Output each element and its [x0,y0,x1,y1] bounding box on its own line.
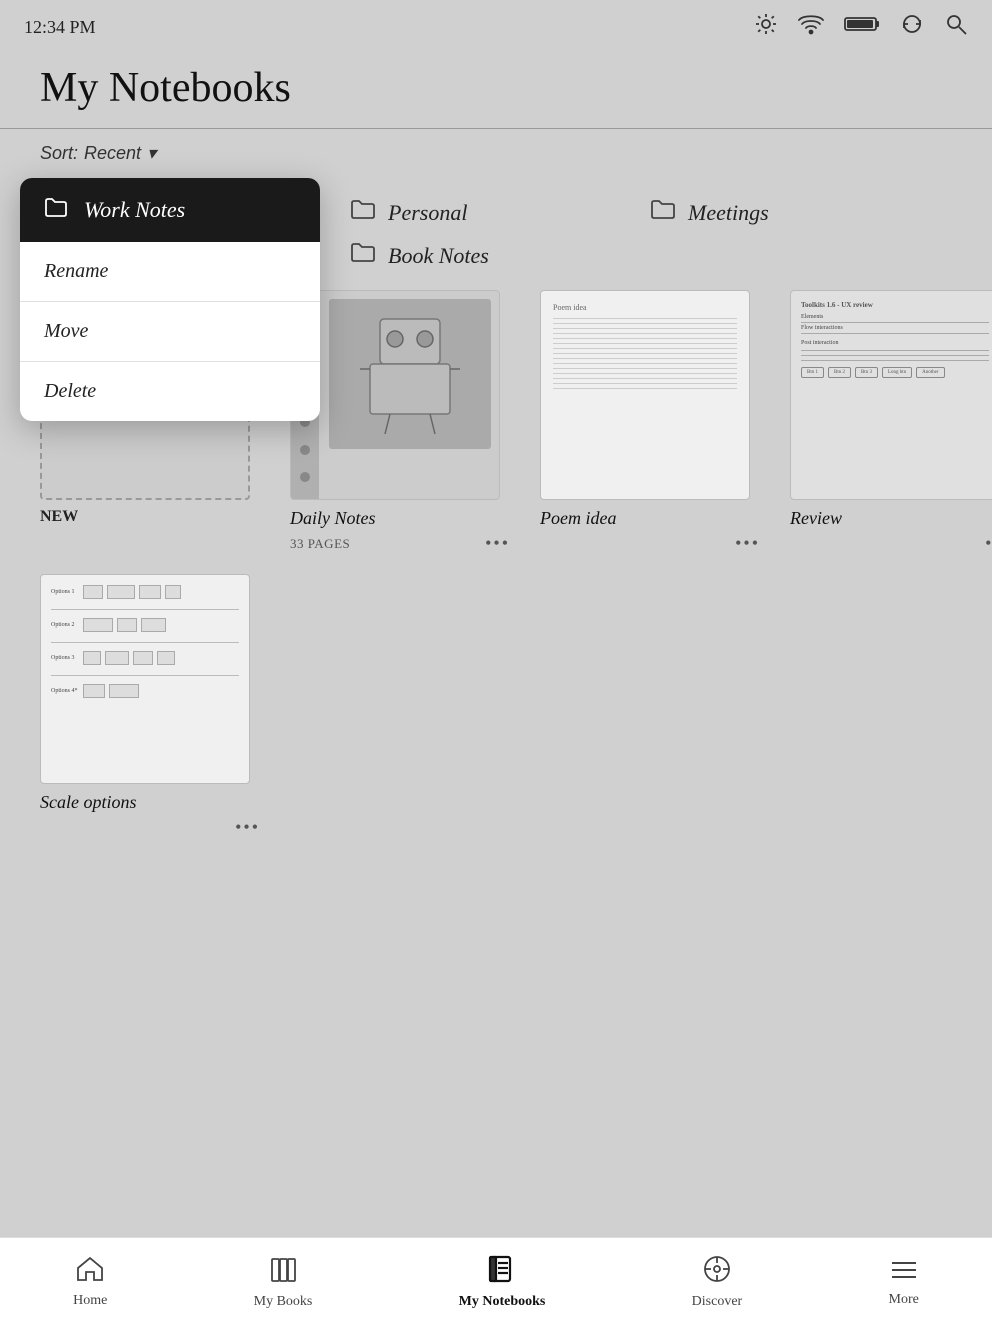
context-menu[interactable]: Work Notes Rename Move Delete [20,178,320,421]
folder-meetings-label: Meetings [688,200,769,226]
nav-my-books-label: My Books [254,1294,313,1310]
folder-booknotes-icon [350,241,376,270]
notebook-daily-notes-thumb[interactable] [290,290,500,500]
status-time: 12:34 PM [24,17,96,38]
folder-personal-label: Personal [388,200,467,226]
context-folder-icon [44,196,68,224]
home-icon [76,1256,104,1289]
notebook-scale-dots[interactable]: ••• [235,817,260,838]
sort-bar: Sort: Recent ▾ [0,129,992,178]
nav-my-notebooks[interactable]: My Notebooks [439,1247,566,1318]
notebook-poem-title: Poem idea [540,508,760,529]
notebook-review[interactable]: Toolkits 1.6 - UX review Elements Flow i… [790,290,992,554]
context-folder-name: Work Notes [84,197,185,223]
brightness-icon[interactable] [754,12,778,42]
status-bar: 12:34 PM [0,0,992,54]
folder-personal[interactable]: Personal [350,198,650,227]
nav-more[interactable]: More [869,1250,939,1316]
wifi-icon[interactable] [798,12,824,42]
nav-my-notebooks-label: My Notebooks [459,1294,546,1310]
more-icon [890,1258,918,1288]
nav-home-label: Home [73,1293,107,1309]
notebook-scale-options[interactable]: Options 1 Options 2 [40,574,260,838]
notebook-daily-pages: 33 PAGES [290,536,350,552]
notebook-scale-thumb[interactable]: Options 1 Options 2 [40,574,250,784]
sort-current: Recent [84,143,141,164]
notebook-review-meta: ••• [790,533,992,554]
notebook-review-title: Review [790,508,992,529]
notebook-new-label: NEW [40,508,260,526]
context-menu-rename[interactable]: Rename [20,242,320,302]
folder-personal-icon [350,198,376,227]
context-menu-delete[interactable]: Delete [20,362,320,421]
scale-thumb-rows: Options 1 Options 2 [51,585,239,698]
notebook-poem-meta: ••• [540,533,760,554]
review-thumb-lines: Elements Flow interactions Post interact… [801,314,989,361]
notebook-poem-idea[interactable]: Poem idea Poem idea ••• [540,290,760,554]
context-menu-header: Work Notes [20,178,320,242]
main-content: Work Notes Rename Move Delete Personal [0,178,992,848]
notebook-daily-meta: 33 PAGES ••• [290,533,510,554]
search-icon[interactable] [944,12,968,42]
discover-icon [703,1255,731,1290]
folder-meetings-icon [650,198,676,227]
sort-label: Sort: [40,143,78,164]
folder-booknotes-label: Book Notes [388,243,489,269]
review-thumb-buttons: Btn 1 Btn 2 Btn 3 Long btn Another [801,367,989,378]
notebook-daily-dots[interactable]: ••• [485,533,510,554]
nav-discover-label: Discover [692,1294,743,1310]
nav-home[interactable]: Home [53,1248,127,1317]
notebook-daily-notes[interactable]: Daily Notes 33 PAGES ••• [290,290,510,554]
my-books-icon [269,1255,297,1290]
nav-discover[interactable]: Discover [672,1247,763,1318]
sort-chevron-icon: ▾ [147,143,156,164]
notebook-scale-title: Scale options [40,792,260,813]
notebook-daily-drawing [321,291,499,499]
nav-my-books[interactable]: My Books [234,1247,333,1318]
notebook-daily-title: Daily Notes [290,508,510,529]
review-thumb-title: Toolkits 1.6 - UX review [801,301,989,309]
notebook-poem-thumb[interactable]: Poem idea [540,290,750,500]
my-notebooks-icon [488,1255,516,1290]
folder-row: Personal Meetings Book Notes [350,198,952,270]
nav-more-label: More [889,1292,919,1308]
battery-icon [844,15,880,39]
folder-meetings[interactable]: Meetings [650,198,950,227]
page-title: My Notebooks [40,64,952,112]
page-header: My Notebooks [0,54,992,129]
bottom-nav: Home My Books My Notebooks [0,1237,992,1327]
context-menu-arrow [70,250,90,262]
notebook-scale-meta: ••• [40,817,260,838]
notebook-review-thumb[interactable]: Toolkits 1.6 - UX review Elements Flow i… [790,290,992,500]
notebook-poem-dots[interactable]: ••• [735,533,760,554]
sync-icon[interactable] [900,12,924,42]
status-icons [754,12,968,42]
poem-thumb-title: Poem idea [553,303,737,312]
sort-button[interactable]: Sort: Recent ▾ [40,143,156,164]
folder-booknotes[interactable]: Book Notes [350,241,650,270]
notebook-review-dots[interactable]: ••• [985,533,992,554]
context-menu-move[interactable]: Move [20,302,320,362]
